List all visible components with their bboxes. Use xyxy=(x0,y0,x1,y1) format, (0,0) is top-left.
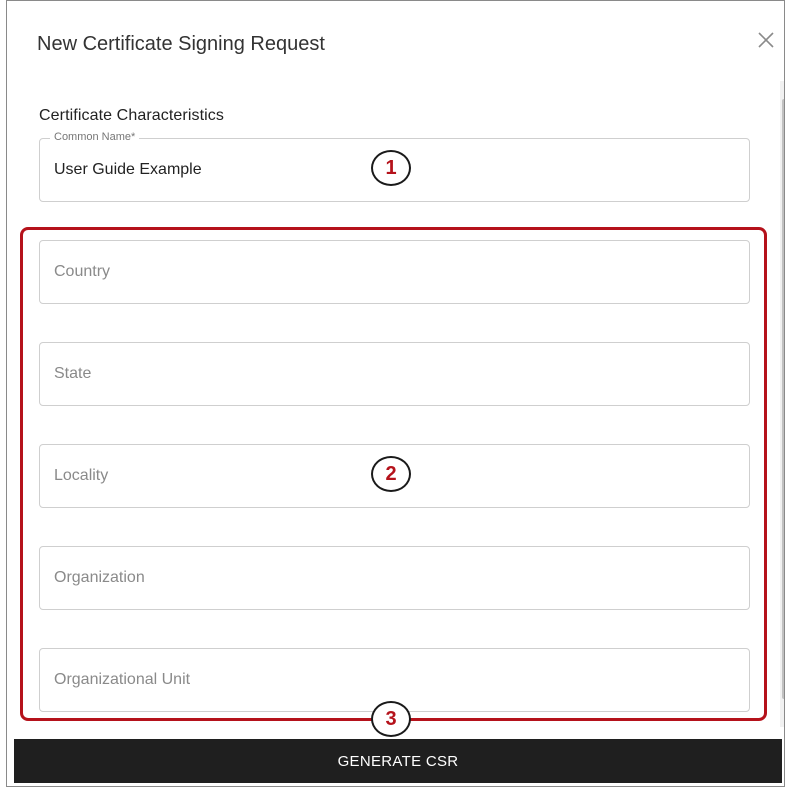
organization-field xyxy=(39,546,750,610)
close-icon[interactable] xyxy=(753,27,779,53)
callout-2: 2 xyxy=(371,456,411,492)
callout-1: 1 xyxy=(371,150,411,186)
country-field xyxy=(39,240,750,304)
csr-dialog: New Certificate Signing Request Certific… xyxy=(6,0,785,787)
section-title: Certificate Characteristics xyxy=(39,107,224,124)
organization-input[interactable] xyxy=(40,547,749,609)
scroll-down-icon[interactable]: ▼ xyxy=(782,717,784,725)
callout-3: 3 xyxy=(371,701,411,737)
generate-csr-button[interactable]: GENERATE CSR xyxy=(14,739,782,783)
state-input[interactable] xyxy=(40,343,749,405)
scrollbar[interactable]: ▲ ▼ xyxy=(780,81,784,727)
scroll-thumb[interactable] xyxy=(782,99,784,699)
scroll-up-icon[interactable]: ▲ xyxy=(782,83,784,91)
dialog-title: New Certificate Signing Request xyxy=(37,33,325,55)
country-input[interactable] xyxy=(40,241,749,303)
state-field xyxy=(39,342,750,406)
